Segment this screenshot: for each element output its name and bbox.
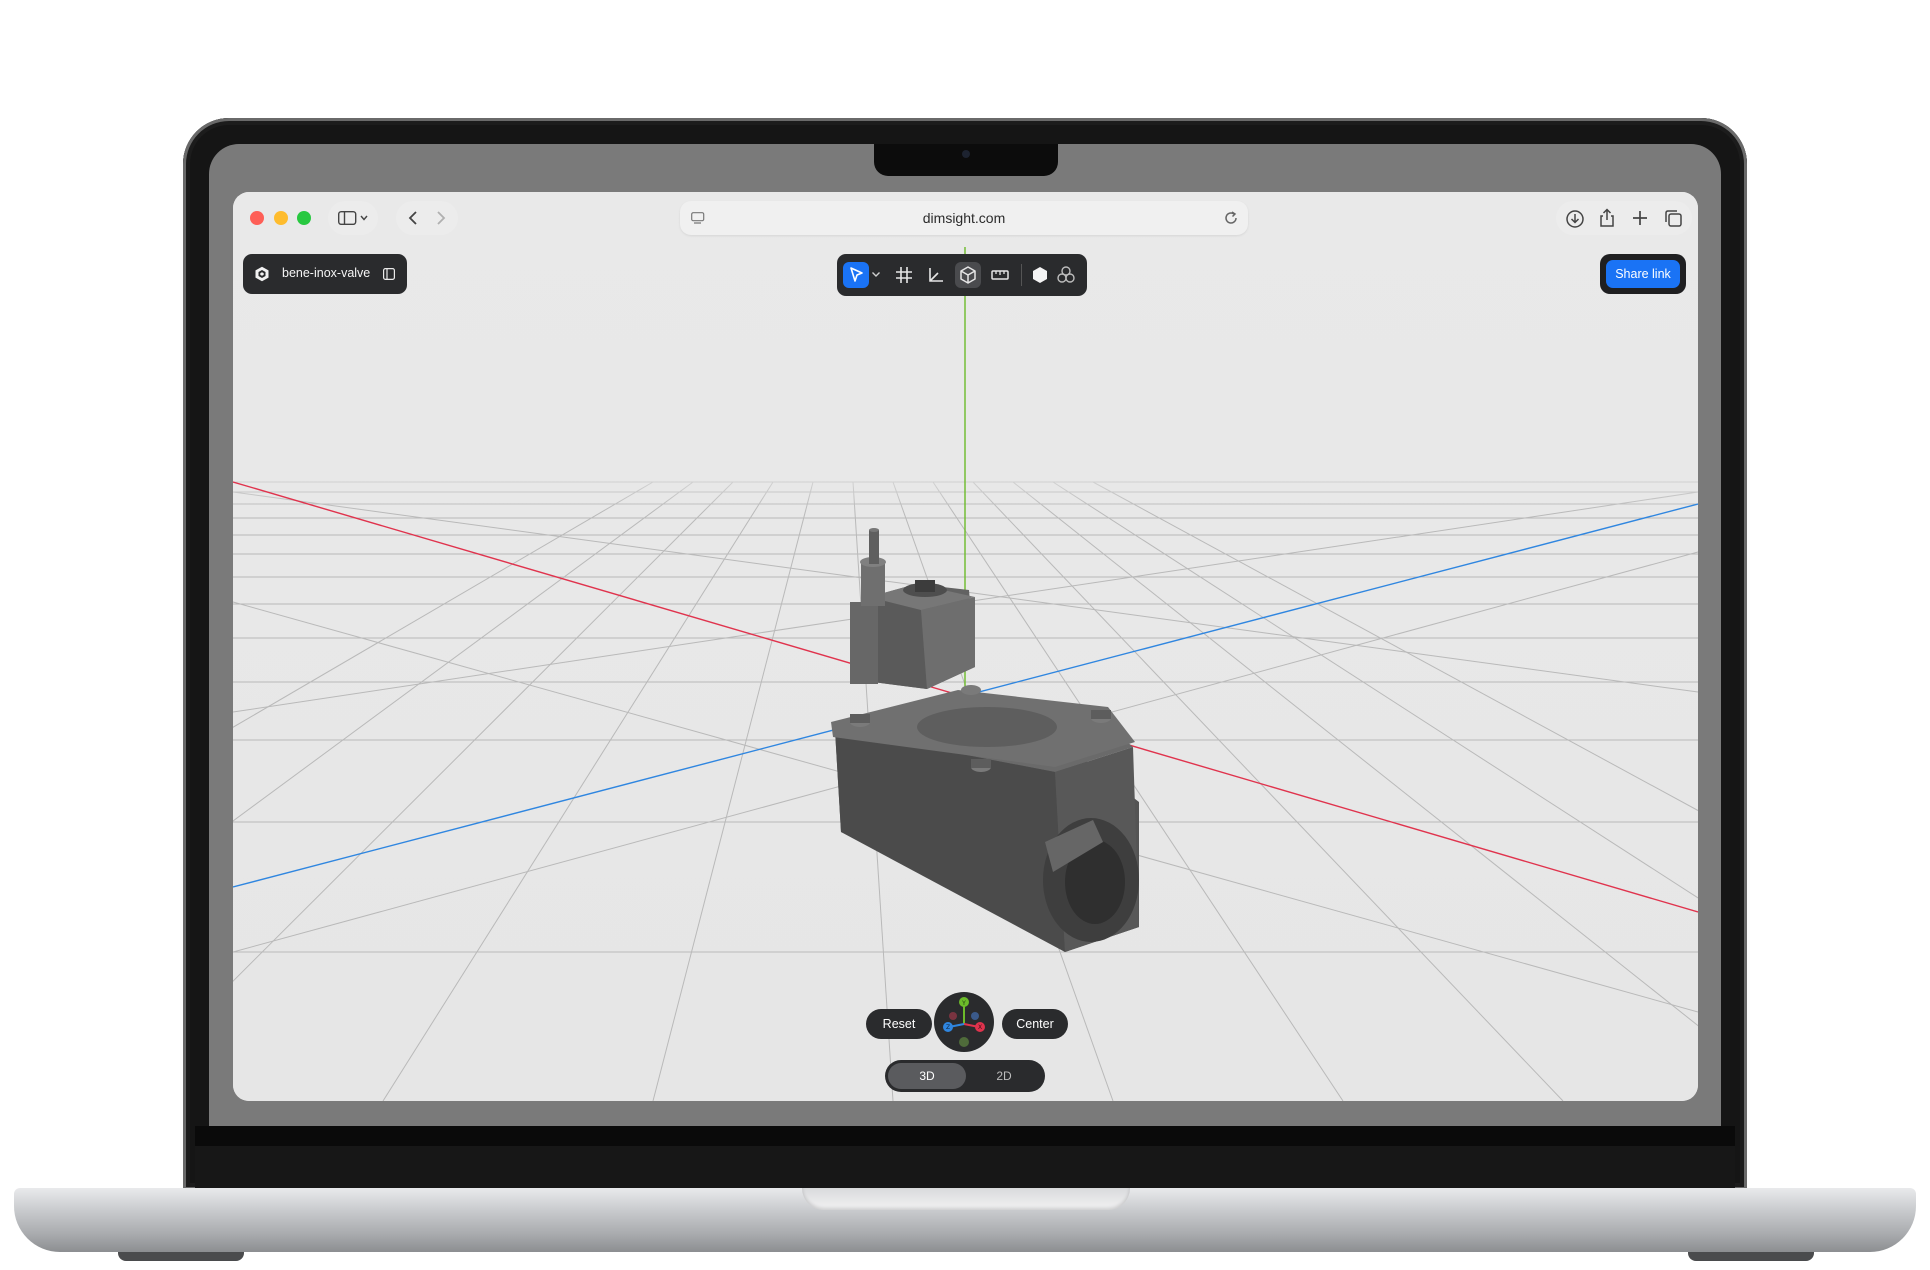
select-dropdown-icon[interactable] bbox=[871, 271, 881, 279]
share-link-button[interactable]: Share link bbox=[1606, 260, 1680, 288]
toolbar-divider bbox=[1021, 264, 1022, 286]
grid-tool-button[interactable] bbox=[891, 262, 917, 288]
gizmo-label-z: Z bbox=[946, 1024, 950, 1031]
solid-cube-icon bbox=[1033, 267, 1047, 283]
cube-outline-icon bbox=[960, 266, 976, 284]
camera-icon bbox=[962, 150, 970, 158]
components-icon bbox=[1057, 266, 1075, 283]
minimize-window-icon[interactable] bbox=[274, 211, 288, 225]
viewer-toolbar bbox=[837, 254, 1087, 296]
box-view-tool-button[interactable] bbox=[955, 262, 981, 288]
tab-overview-icon[interactable] bbox=[1664, 209, 1684, 229]
select-tool-button[interactable] bbox=[843, 262, 869, 288]
view-mode-toggle: 3D 2D bbox=[885, 1060, 1045, 1092]
axes-icon bbox=[929, 268, 943, 282]
view-mode-3d-option[interactable]: 3D bbox=[888, 1063, 966, 1089]
orientation-gizmo[interactable]: Y X Z bbox=[934, 992, 994, 1052]
axis-gizmo-icon: Y X Z bbox=[943, 997, 985, 1047]
forward-icon[interactable] bbox=[435, 210, 447, 226]
close-window-icon[interactable] bbox=[250, 211, 264, 225]
gizmo-label-y: Y bbox=[961, 1000, 966, 1007]
camera-notch bbox=[874, 144, 1058, 176]
viewport-scene bbox=[233, 192, 1698, 1101]
new-tab-icon[interactable] bbox=[1632, 210, 1648, 226]
view-mode-2d-option[interactable]: 2D bbox=[966, 1063, 1042, 1089]
sidebar-toggle-button[interactable] bbox=[328, 201, 378, 235]
axes-tool-button[interactable] bbox=[923, 262, 949, 288]
project-logo-icon bbox=[255, 266, 269, 282]
lower-strip bbox=[195, 1146, 1735, 1190]
download-icon[interactable] bbox=[1565, 209, 1585, 229]
reload-icon[interactable] bbox=[1223, 210, 1239, 226]
center-view-button[interactable]: Center bbox=[1002, 1009, 1068, 1039]
address-bar[interactable]: dimsight.com bbox=[680, 201, 1248, 235]
laptop-opening-lip bbox=[802, 1188, 1130, 1210]
browser-window: dimsight.com bene-inox-valve Share link … bbox=[233, 192, 1698, 1101]
laptop-foot-left bbox=[118, 1252, 244, 1261]
panel-toggle-icon[interactable] bbox=[383, 268, 395, 280]
ruler-icon bbox=[991, 270, 1009, 280]
project-badge[interactable]: bene-inox-valve bbox=[243, 254, 407, 294]
solid-mode-button[interactable] bbox=[1027, 262, 1053, 288]
components-mode-button[interactable] bbox=[1053, 262, 1079, 288]
measure-tool-button[interactable] bbox=[987, 262, 1013, 288]
grid-icon bbox=[896, 267, 912, 283]
cursor-icon bbox=[850, 267, 863, 282]
share-link-container: Share link bbox=[1600, 254, 1686, 294]
reset-view-button[interactable]: Reset bbox=[866, 1009, 932, 1039]
browser-actions bbox=[1556, 201, 1692, 235]
gizmo-label-x: X bbox=[978, 1024, 982, 1031]
share-icon[interactable] bbox=[1598, 208, 1616, 228]
sidebar-icon bbox=[338, 211, 368, 225]
url-text: dimsight.com bbox=[922, 210, 1006, 226]
zoom-window-icon[interactable] bbox=[297, 211, 311, 225]
3d-viewport[interactable] bbox=[233, 192, 1698, 1101]
history-nav bbox=[396, 201, 458, 235]
laptop-foot-right bbox=[1688, 1252, 1814, 1261]
back-icon[interactable] bbox=[407, 210, 419, 226]
project-name: bene-inox-valve bbox=[282, 266, 371, 280]
